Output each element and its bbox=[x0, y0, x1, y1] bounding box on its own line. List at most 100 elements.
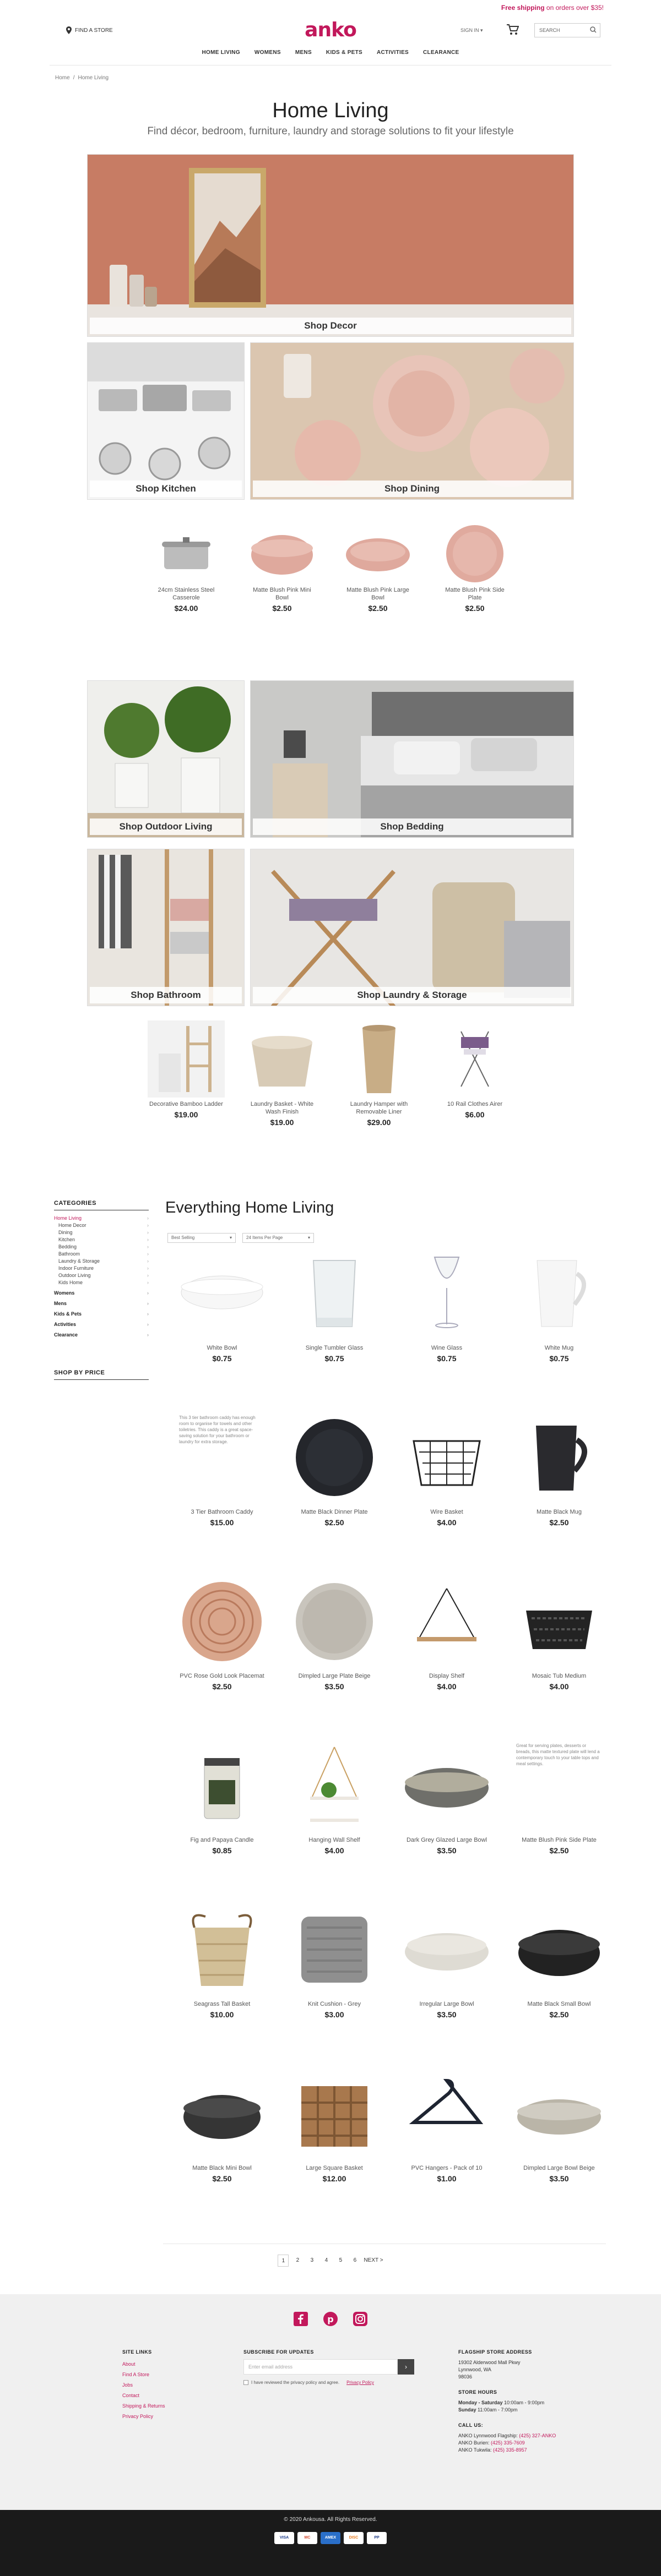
product-card[interactable]: Dark Grey Glazed Large Bowl $3.50 bbox=[400, 1742, 494, 1855]
chevron-right-icon: › bbox=[147, 1237, 149, 1242]
sidebar-item-label: Home Decor bbox=[58, 1222, 86, 1228]
footer-link-jobs[interactable]: Jobs bbox=[122, 2380, 210, 2391]
find-store-link[interactable]: FIND A STORE bbox=[66, 26, 113, 34]
nav-mens[interactable]: MENS bbox=[295, 50, 312, 63]
footer-link-find-store[interactable]: Find A Store bbox=[122, 2370, 210, 2380]
product-card[interactable]: White Mug $0.75 bbox=[512, 1249, 606, 1363]
featured-product[interactable]: Laundry Basket - White Wash Finish $19.0… bbox=[243, 1020, 321, 1127]
product-card[interactable]: Single Tumbler Glass $0.75 bbox=[288, 1249, 381, 1363]
email-field[interactable]: Enter email address bbox=[243, 2359, 398, 2375]
product-card[interactable]: This 3 tier bathroom caddy has enough ro… bbox=[175, 1413, 269, 1527]
sidebar-item[interactable]: Activities › bbox=[54, 1321, 149, 1328]
product-card[interactable]: Irregular Large Bowl $3.50 bbox=[400, 1906, 494, 2019]
footer-link-contact[interactable]: Contact bbox=[122, 2391, 210, 2401]
product-card[interactable]: Large Square Basket $12.00 bbox=[288, 2070, 381, 2183]
featured-product[interactable]: Decorative Bamboo Ladder $19.00 bbox=[148, 1020, 225, 1119]
phone-link[interactable]: (425) 335-7609 bbox=[491, 2440, 525, 2446]
product-card[interactable]: Great for serving plates, desserts or br… bbox=[512, 1742, 606, 1855]
product-name: Decorative Bamboo Ladder bbox=[149, 1101, 223, 1107]
product-image bbox=[517, 2099, 601, 2135]
sidebar-item[interactable]: Kids & Pets › bbox=[54, 1311, 149, 1318]
page-6[interactable]: 6 bbox=[349, 2255, 360, 2267]
footer-link-shipping[interactable]: Shipping & Returns bbox=[122, 2401, 210, 2411]
facebook-icon[interactable] bbox=[294, 2312, 308, 2326]
privacy-policy-link[interactable]: Privacy Policy bbox=[346, 2380, 374, 2385]
page-1[interactable]: 1 bbox=[278, 2255, 289, 2267]
tile-shop-dining[interactable]: Shop Dining bbox=[250, 342, 574, 500]
nav-clearance[interactable]: CLEARANCE bbox=[423, 50, 459, 63]
phone-link[interactable]: (425) 335-8957 bbox=[493, 2447, 527, 2453]
tile-shop-bedding[interactable]: Shop Bedding bbox=[250, 680, 574, 838]
sidebar-item[interactable]: Kitchen › bbox=[54, 1236, 149, 1243]
sidebar-item[interactable]: Home Living › bbox=[54, 1215, 149, 1222]
sidebar-item[interactable]: Kids Home › bbox=[54, 1279, 149, 1286]
product-card[interactable]: White Bowl $0.75 bbox=[175, 1249, 269, 1363]
sidebar-item[interactable]: Outdoor Living › bbox=[54, 1272, 149, 1279]
product-card[interactable]: Matte Black Small Bowl $2.50 bbox=[512, 1906, 606, 2019]
featured-product[interactable]: Laundry Hamper with Removable Liner $29.… bbox=[340, 1020, 418, 1127]
product-card[interactable]: Knit Cushion - Grey $3.00 bbox=[288, 1906, 381, 2019]
store-address-title: FLAGSHIP STORE ADDRESS bbox=[458, 2349, 532, 2355]
sidebar-item[interactable]: Indoor Furniture › bbox=[54, 1265, 149, 1272]
instagram-icon[interactable] bbox=[353, 2312, 367, 2326]
tile-shop-laundry[interactable]: Shop Laundry & Storage bbox=[250, 849, 574, 1006]
sidebar-item[interactable]: Bedding › bbox=[54, 1243, 149, 1251]
tile-shop-decor[interactable]: Shop Decor bbox=[87, 154, 574, 337]
product-card[interactable]: Fig and Papaya Candle $0.85 bbox=[175, 1742, 269, 1855]
product-card[interactable]: Dimpled Large Plate Beige $3.50 bbox=[288, 1578, 381, 1691]
product-card[interactable]: Matte Black Mug $2.50 bbox=[512, 1413, 606, 1527]
product-card[interactable]: Mosaic Tub Medium $4.00 bbox=[512, 1578, 606, 1691]
subscribe-button[interactable]: › bbox=[398, 2359, 414, 2375]
shop-by-price-title[interactable]: SHOP BY PRICE bbox=[54, 1369, 149, 1380]
nav-womens[interactable]: WOMENS bbox=[254, 50, 281, 63]
page-5[interactable]: 5 bbox=[335, 2255, 346, 2267]
sort-select[interactable]: Best Selling ▾ bbox=[167, 1233, 236, 1243]
sidebar-item[interactable]: Womens › bbox=[54, 1290, 149, 1297]
page-3[interactable]: 3 bbox=[306, 2255, 317, 2267]
sidebar-item[interactable]: Dining › bbox=[54, 1229, 149, 1236]
consent-checkbox[interactable] bbox=[243, 2380, 248, 2385]
product-card[interactable]: PVC Hangers - Pack of 10 $1.00 bbox=[400, 2070, 494, 2183]
sidebar-item[interactable]: Clearance › bbox=[54, 1331, 149, 1339]
tile-shop-kitchen[interactable]: Shop Kitchen bbox=[87, 342, 245, 500]
tile-shop-outdoor[interactable]: Shop Outdoor Living bbox=[87, 680, 245, 838]
page-4[interactable]: 4 bbox=[321, 2255, 332, 2267]
page-2[interactable]: 2 bbox=[292, 2255, 303, 2267]
featured-product[interactable]: 10 Rail Clothes Airer $6.00 bbox=[436, 1020, 513, 1119]
sidebar-item[interactable]: Home Decor › bbox=[54, 1222, 149, 1229]
sign-in-link[interactable]: SIGN IN ▾ bbox=[460, 28, 483, 34]
product-card[interactable]: Matte Black Mini Bowl $2.50 bbox=[175, 2070, 269, 2183]
sidebar-item[interactable]: Mens › bbox=[54, 1300, 149, 1307]
product-card[interactable]: Hanging Wall Shelf $4.00 bbox=[288, 1742, 381, 1855]
anko-logo[interactable]: anko bbox=[297, 19, 364, 41]
nav-home-living[interactable]: HOME LIVING bbox=[202, 50, 240, 63]
sidebar-item[interactable]: Bathroom › bbox=[54, 1251, 149, 1258]
tile-shop-bathroom[interactable]: Shop Bathroom bbox=[87, 849, 245, 1006]
pinterest-icon[interactable]: p bbox=[323, 2312, 338, 2326]
search-icon[interactable] bbox=[590, 26, 597, 33]
phone-link[interactable]: (425) 327-ANKO bbox=[519, 2433, 556, 2438]
featured-product[interactable]: Matte Blush Pink Side Plate $2.50 bbox=[441, 523, 509, 613]
product-card[interactable]: Wire Basket $4.00 bbox=[400, 1413, 494, 1527]
tile-label: Shop Bedding bbox=[253, 818, 571, 835]
product-card[interactable]: Seagrass Tall Basket $10.00 bbox=[175, 1906, 269, 2019]
per-page-select[interactable]: 24 Items Per Page ▾ bbox=[242, 1233, 314, 1243]
footer-link-privacy[interactable]: Privacy Policy bbox=[122, 2411, 210, 2422]
nav-activities[interactable]: ACTIVITIES bbox=[377, 50, 409, 63]
hours-time: 11:00am - 7:00pm bbox=[478, 2407, 518, 2413]
product-card[interactable]: Dimpled Large Bowl Beige $3.50 bbox=[512, 2070, 606, 2183]
sidebar-item[interactable]: Laundry & Storage › bbox=[54, 1258, 149, 1265]
cart-button[interactable] bbox=[507, 24, 519, 38]
product-card[interactable]: PVC Rose Gold Look Placemat $2.50 bbox=[175, 1578, 269, 1691]
breadcrumb-home[interactable]: Home bbox=[55, 75, 70, 81]
product-card[interactable]: Wine Glass $0.75 bbox=[400, 1249, 494, 1363]
featured-product[interactable]: Matte Blush Pink Mini Bowl $2.50 bbox=[248, 523, 316, 613]
product-card[interactable]: Display Shelf $4.00 bbox=[400, 1578, 494, 1691]
next-page[interactable]: NEXT > bbox=[364, 2255, 383, 2267]
product-card[interactable]: Matte Black Dinner Plate $2.50 bbox=[288, 1413, 381, 1527]
featured-product[interactable]: 24cm Stainless Steel Casserole $24.00 bbox=[152, 523, 220, 613]
nav-kids-pets[interactable]: KIDS & PETS bbox=[326, 50, 362, 63]
search-input[interactable]: SEARCH bbox=[534, 23, 600, 37]
footer-link-about[interactable]: About bbox=[122, 2359, 210, 2370]
featured-product[interactable]: Matte Blush Pink Large Bowl $2.50 bbox=[344, 523, 412, 613]
